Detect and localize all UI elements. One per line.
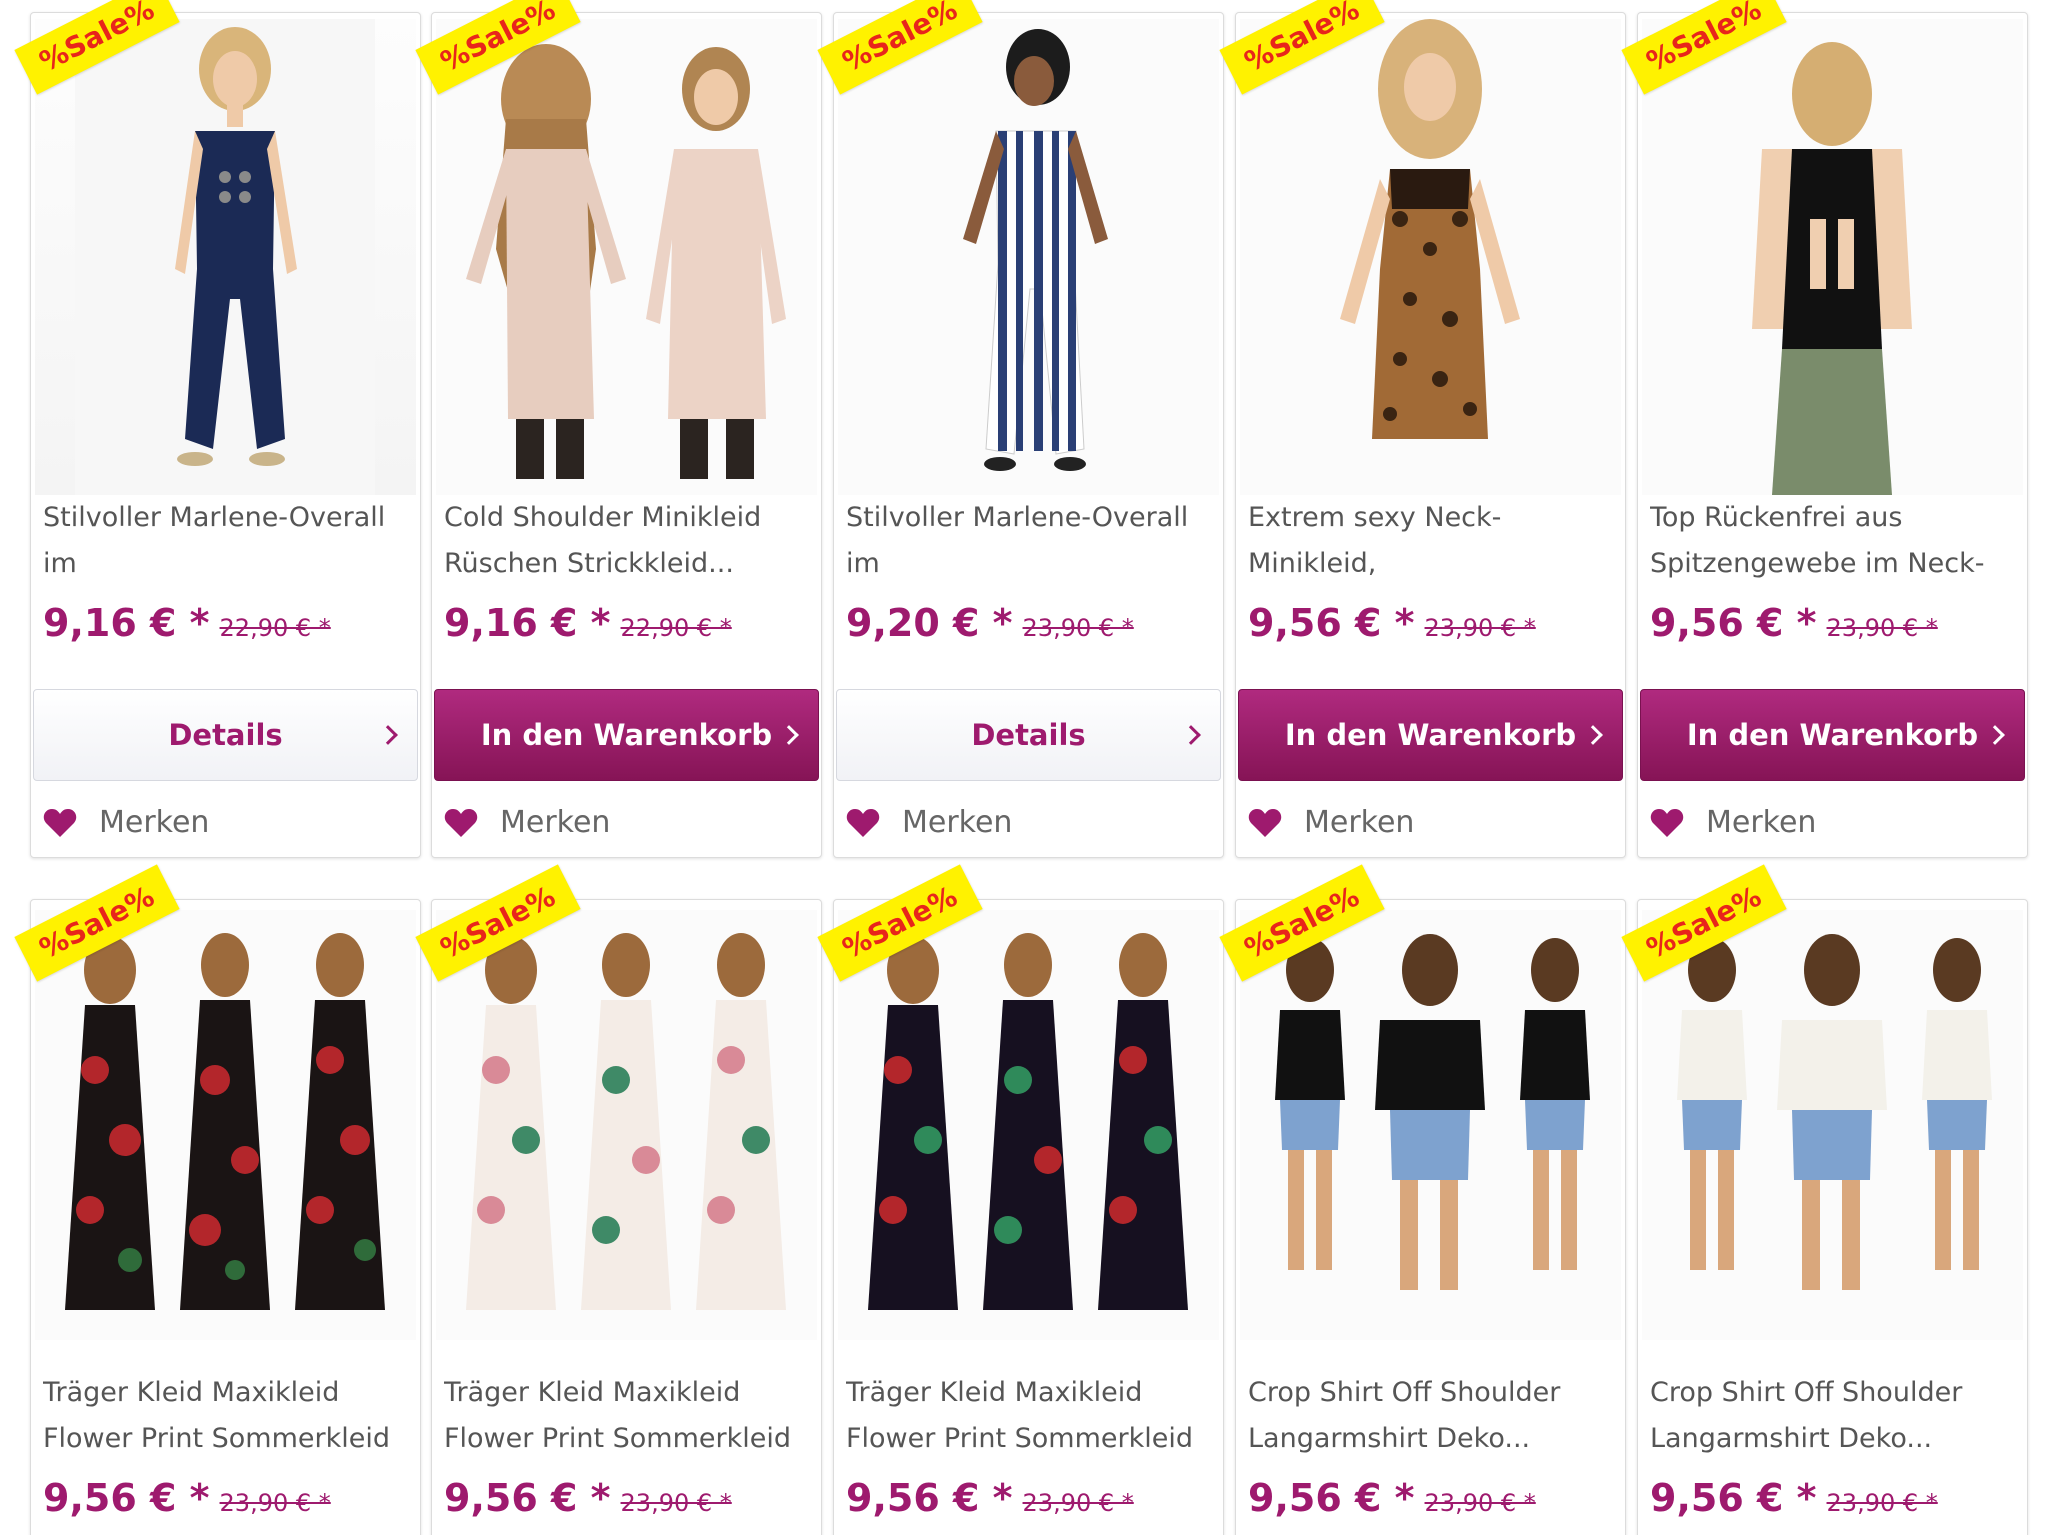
chevron-right-icon	[378, 725, 398, 745]
add-to-cart-button[interactable]: In den Warenkorb	[1640, 689, 2025, 781]
heart-icon	[444, 808, 478, 837]
product-card: %Sale% Cold Shoulder Minikleid Rüschen S…	[415, 0, 822, 858]
product-card: %Sale%	[14, 864, 421, 1535]
chevron-right-icon	[1181, 725, 1201, 745]
product-grid: %Sale% Stilvoller Marlene-Overall im Lon…	[0, 0, 2048, 1535]
price-row: 9,56 € * 23,90 € *	[1248, 601, 1536, 645]
heart-icon	[846, 808, 880, 837]
product-image[interactable]	[1240, 19, 1621, 495]
price: 9,20 € *	[846, 601, 1013, 645]
heart-icon	[43, 808, 77, 837]
details-button-label: Details	[168, 718, 283, 752]
old-price: 23,90 € *	[1022, 614, 1134, 642]
product-card: %Sale%	[415, 864, 822, 1535]
product-card: %Sale% Stilvoller Marlene-Overall im 9,2…	[817, 0, 1224, 858]
add-to-cart-label: In den Warenkorb	[1686, 718, 1979, 752]
price-row: 9,20 € * 23,90 € *	[846, 601, 1134, 645]
merken-link[interactable]: Merken	[43, 805, 209, 840]
price-row: 9,56 € * 23,90 € *	[846, 1476, 1134, 1520]
old-price: 23,90 € *	[1826, 1489, 1938, 1517]
old-price: 23,90 € *	[1022, 1489, 1134, 1517]
product-title[interactable]: Top Rückenfrei aus Spitzengewebe im Neck…	[1650, 495, 2021, 587]
price-row: 9,56 € * 23,90 € *	[1650, 1476, 1938, 1520]
old-price: 23,90 € *	[1424, 614, 1536, 642]
old-price: 22,90 € *	[620, 614, 732, 642]
add-to-cart-button[interactable]: In den Warenkorb	[1238, 689, 1623, 781]
old-price: 23,90 € *	[620, 1489, 732, 1517]
old-price: 23,90 € *	[219, 1489, 331, 1517]
price-row: 9,56 € * 23,90 € *	[43, 1476, 331, 1520]
product-title[interactable]: Träger Kleid Maxikleid Flower Print Somm…	[846, 1370, 1217, 1462]
product-image[interactable]	[838, 19, 1219, 495]
product-title[interactable]: Stilvoller Marlene-Overall im Long-Style…	[43, 495, 414, 587]
merken-link[interactable]: Merken	[444, 805, 610, 840]
product-image[interactable]	[1240, 910, 1621, 1340]
product-image[interactable]	[838, 910, 1219, 1340]
product-title[interactable]: Stilvoller Marlene-Overall im Long-Style…	[846, 495, 1217, 587]
product-image[interactable]	[1642, 19, 2023, 495]
product-card: %Sale% Extrem sexy Neck-Minikleid, Top m…	[1219, 0, 1626, 858]
price: 9,56 € *	[846, 1476, 1013, 1520]
add-to-cart-label: In den Warenkorb	[1284, 718, 1577, 752]
product-title[interactable]: Cold Shoulder Minikleid Rüschen Strickkl…	[444, 495, 815, 587]
merken-label: Merken	[1706, 805, 1817, 840]
price: 9,56 € *	[43, 1476, 210, 1520]
product-image[interactable]	[1642, 910, 2023, 1340]
product-title[interactable]: Crop Shirt Off Shoulder Langarmshirt Dek…	[1248, 1370, 1619, 1462]
product-title[interactable]: Crop Shirt Off Shoulder Langarmshirt Dek…	[1650, 1370, 2021, 1462]
heart-icon	[1248, 808, 1282, 837]
price-row: 9,56 € * 23,90 € *	[1650, 601, 1938, 645]
old-price: 23,90 € *	[1826, 614, 1938, 642]
details-button[interactable]: Details	[33, 689, 418, 781]
merken-label: Merken	[500, 805, 611, 840]
product-title[interactable]: Träger Kleid Maxikleid Flower Print Somm…	[43, 1370, 414, 1462]
price: 9,56 € *	[1248, 601, 1415, 645]
chevron-right-icon	[1985, 725, 2005, 745]
product-card: %Sale%	[817, 864, 1224, 1535]
chevron-right-icon	[779, 725, 799, 745]
price: 9,16 € *	[43, 601, 210, 645]
merken-link[interactable]: Merken	[1650, 805, 1816, 840]
product-image[interactable]	[436, 19, 817, 495]
product-image[interactable]	[35, 19, 416, 495]
product-card: %Sale%	[1219, 864, 1626, 1535]
chevron-right-icon	[1583, 725, 1603, 745]
price: 9,56 € *	[1248, 1476, 1415, 1520]
product-image[interactable]	[436, 910, 817, 1340]
old-price: 23,90 € *	[1424, 1489, 1536, 1517]
price: 9,56 € *	[1650, 1476, 1817, 1520]
product-title[interactable]: Extrem sexy Neck-Minikleid, Top mit...	[1248, 495, 1619, 587]
merken-label: Merken	[1304, 805, 1415, 840]
price: 9,56 € *	[1650, 601, 1817, 645]
price: 9,56 € *	[444, 1476, 611, 1520]
merken-link[interactable]: Merken	[846, 805, 1012, 840]
add-to-cart-button[interactable]: In den Warenkorb	[434, 689, 819, 781]
price-row: 9,56 € * 23,90 € *	[1248, 1476, 1536, 1520]
price-row: 9,16 € * 22,90 € *	[444, 601, 732, 645]
merken-label: Merken	[99, 805, 210, 840]
heart-icon	[1650, 808, 1684, 837]
price: 9,16 € *	[444, 601, 611, 645]
add-to-cart-label: In den Warenkorb	[480, 718, 773, 752]
details-button[interactable]: Details	[836, 689, 1221, 781]
price-row: 9,56 € * 23,90 € *	[444, 1476, 732, 1520]
product-image[interactable]	[35, 910, 416, 1340]
price-row: 9,16 € * 22,90 € *	[43, 601, 331, 645]
details-button-label: Details	[971, 718, 1086, 752]
old-price: 22,90 € *	[219, 614, 331, 642]
merken-link[interactable]: Merken	[1248, 805, 1414, 840]
product-card: %Sale% Top Rückenfrei aus Spitzengewebe …	[1621, 0, 2028, 858]
product-card: %Sale%	[1621, 864, 2028, 1535]
product-title[interactable]: Träger Kleid Maxikleid Flower Print Somm…	[444, 1370, 815, 1462]
merken-label: Merken	[902, 805, 1013, 840]
product-card: %Sale% Stilvoller Marlene-Overall im Lon…	[14, 0, 421, 858]
